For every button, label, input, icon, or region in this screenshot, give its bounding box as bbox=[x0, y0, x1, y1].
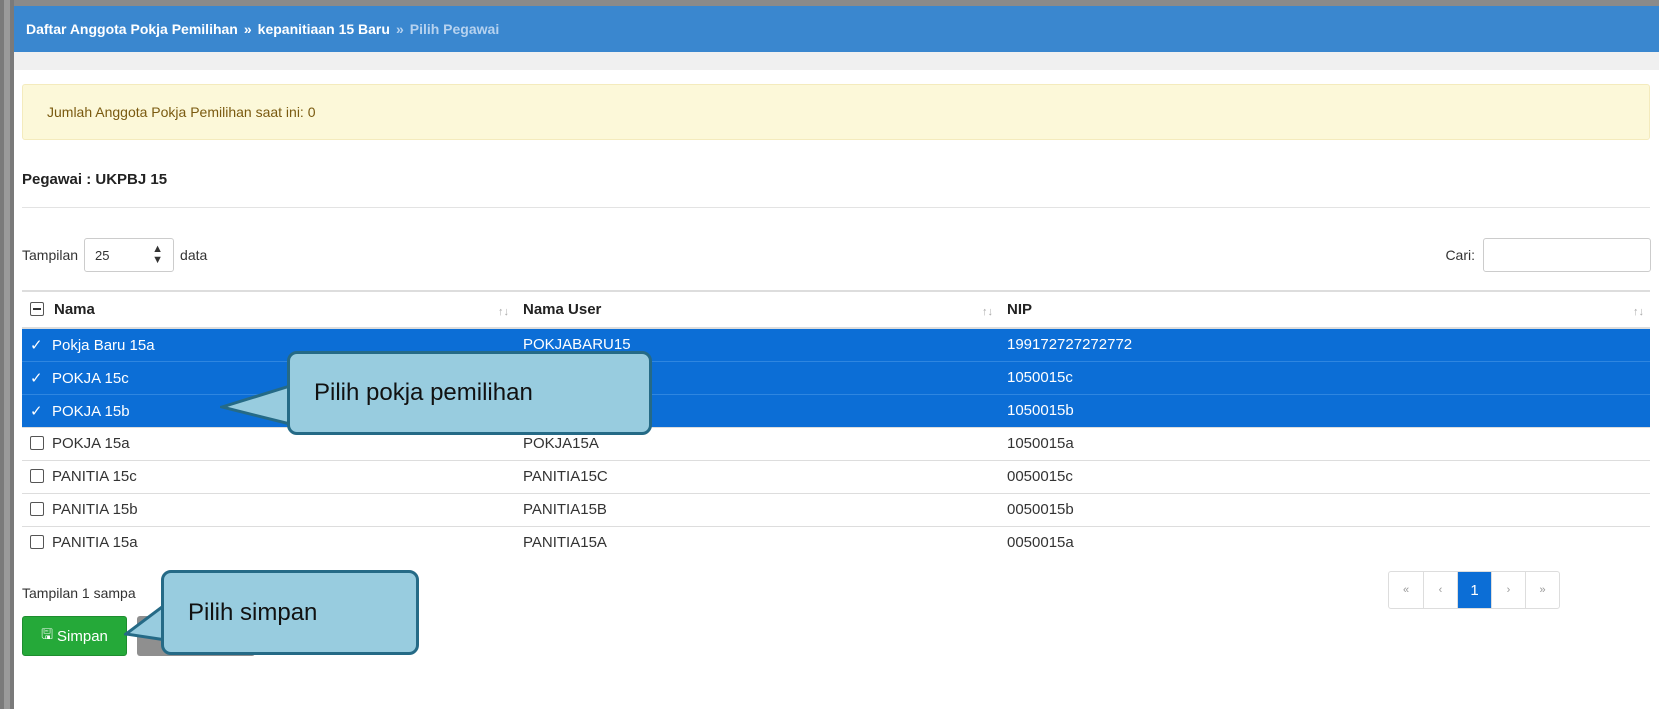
select-all-checkbox-icon[interactable] bbox=[30, 302, 44, 316]
sub-header-strip bbox=[14, 52, 1659, 70]
callout-select-pokja: Pilih pokja pemilihan bbox=[287, 351, 652, 435]
member-count-alert: Jumlah Anggota Pokja Pemilihan saat ini:… bbox=[22, 84, 1650, 140]
pagination-first[interactable]: « bbox=[1389, 572, 1423, 608]
search-label: Cari: bbox=[1445, 247, 1475, 263]
row-checkbox[interactable] bbox=[30, 502, 44, 516]
page-length-select[interactable]: 25 ▲ ▼ bbox=[84, 238, 175, 272]
save-button[interactable]: 🖫 Simpan bbox=[22, 616, 127, 656]
alert-text: Jumlah Anggota Pokja Pemilihan saat ini:… bbox=[47, 104, 316, 120]
table-row[interactable]: POKJA 15a POKJA15A 1050015a bbox=[22, 426, 1650, 460]
divider bbox=[22, 207, 1650, 208]
row-checkbox[interactable] bbox=[30, 469, 44, 483]
breadcrumb: Daftar Anggota Pokja Pemilihan » kepanit… bbox=[14, 6, 1659, 52]
length-prefix: Tampilan bbox=[22, 247, 79, 263]
length-suffix: data bbox=[180, 247, 208, 263]
pagination-next[interactable]: › bbox=[1491, 572, 1525, 608]
table-info: Tampilan 1 sampa bbox=[22, 585, 136, 601]
sort-icon[interactable]: ↑↓ bbox=[498, 306, 509, 318]
table-row[interactable]: PANITIA 15a PANITIA15A 0050015a bbox=[22, 525, 1650, 559]
page-length-value: 25 bbox=[95, 247, 110, 263]
table-header-row: Nama ↑↓ Nama User ↑↓ NIP ↑↓ bbox=[22, 291, 1650, 328]
pagination-prev[interactable]: ‹ bbox=[1423, 572, 1457, 608]
table-row[interactable]: PANITIA 15c PANITIA15C 0050015c bbox=[22, 459, 1650, 493]
check-icon[interactable]: ✓ bbox=[30, 336, 44, 354]
callout-text: Pilih pokja pemilihan bbox=[314, 379, 533, 406]
callout-text: Pilih simpan bbox=[188, 598, 318, 626]
breadcrumb-item-kepanitiaan[interactable]: kepanitiaan 15 Baru bbox=[258, 21, 390, 37]
save-icon: 🖫 bbox=[41, 626, 54, 642]
sort-icon[interactable]: ↑↓ bbox=[982, 306, 993, 318]
window-left-border bbox=[0, 0, 14, 709]
updown-arrows-icon: ▲ ▼ bbox=[152, 243, 164, 266]
callout-select-save: Pilih simpan bbox=[161, 570, 419, 655]
column-header-nama[interactable]: Nama ↑↓ bbox=[22, 291, 515, 328]
sort-icon[interactable]: ↑↓ bbox=[1633, 306, 1644, 318]
search-control: Cari: bbox=[1445, 238, 1651, 272]
breadcrumb-item-daftar-anggota[interactable]: Daftar Anggota Pokja Pemilihan bbox=[26, 21, 238, 37]
check-icon[interactable]: ✓ bbox=[30, 369, 44, 387]
breadcrumb-separator: » bbox=[243, 21, 252, 37]
pagination-last[interactable]: » bbox=[1525, 572, 1559, 608]
breadcrumb-item-current: Pilih Pegawai bbox=[409, 21, 500, 37]
column-header-nama-user[interactable]: Nama User ↑↓ bbox=[515, 291, 999, 328]
pagination-current-page[interactable]: 1 bbox=[1457, 572, 1491, 608]
row-checkbox[interactable] bbox=[30, 436, 44, 450]
page-length-control: Tampilan 25 ▲ ▼ data bbox=[22, 238, 207, 272]
check-icon[interactable]: ✓ bbox=[30, 402, 44, 420]
pagination: « ‹ 1 › » bbox=[1388, 571, 1560, 609]
search-input[interactable] bbox=[1483, 238, 1651, 272]
pegawai-label: Pegawai : UKPBJ 15 bbox=[22, 171, 168, 188]
save-button-label: Simpan bbox=[57, 627, 108, 645]
table-row[interactable]: ✓ Pokja Baru 15a POKJABARU15 199172727272… bbox=[22, 327, 1650, 361]
table-row[interactable]: PANITIA 15b PANITIA15B 0050015b bbox=[22, 492, 1650, 526]
column-header-nip[interactable]: NIP ↑↓ bbox=[999, 291, 1650, 328]
row-checkbox[interactable] bbox=[30, 535, 44, 550]
breadcrumb-separator: » bbox=[395, 21, 404, 37]
